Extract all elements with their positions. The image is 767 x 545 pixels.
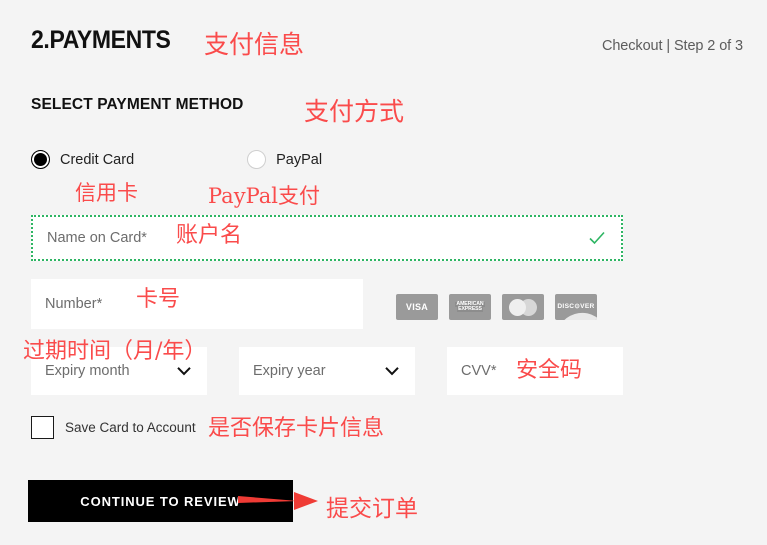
payment-page: 2.PAYMENTS Checkout | Step 2 of 3 SELECT…: [0, 0, 767, 545]
amex-logo-line2: EXPRESS: [457, 306, 483, 313]
discover-logo: DISC⊙VER: [555, 294, 597, 320]
radio-label-credit-card: Credit Card: [60, 151, 135, 168]
section-title: SELECT PAYMENT METHOD: [31, 96, 244, 113]
save-card-row[interactable]: Save Card to Account: [31, 416, 196, 439]
annotation-submit: 提交订单: [326, 496, 418, 522]
continue-to-review-button[interactable]: CONTINUE TO REVIEW: [28, 480, 293, 522]
cvv-label: CVV*: [461, 363, 497, 379]
check-icon: [589, 231, 605, 245]
save-card-label: Save Card to Account: [65, 420, 196, 435]
visa-logo: VISA: [396, 294, 438, 320]
expiry-year-label: Expiry year: [253, 363, 326, 379]
save-card-checkbox[interactable]: [31, 416, 54, 439]
expiry-month-select[interactable]: Expiry month: [31, 347, 207, 395]
name-on-card-input[interactable]: Name on Card*: [31, 215, 623, 261]
radio-icon-paypal[interactable]: [247, 150, 267, 169]
radio-icon-credit-card[interactable]: [31, 150, 50, 169]
annotation-payments: 支付信息: [204, 30, 305, 59]
page-title: 2.PAYMENTS: [31, 26, 171, 54]
amex-logo: AMERICAN EXPRESS: [449, 294, 491, 320]
visa-logo-text: VISA: [405, 302, 429, 312]
annotation-save-card: 是否保存卡片信息: [208, 416, 385, 441]
breadcrumb: Checkout | Step 2 of 3: [601, 38, 743, 54]
annotation-credit-card: 信用卡: [75, 181, 138, 205]
radio-option-credit-card[interactable]: Credit Card: [31, 150, 134, 169]
cvv-input[interactable]: CVV*: [447, 347, 623, 395]
card-number-label: Number*: [45, 296, 103, 312]
radio-label-paypal: PayPal: [276, 151, 323, 168]
mastercard-logo: [502, 294, 544, 320]
chevron-down-icon[interactable]: [177, 367, 191, 376]
discover-logo-text: DISC⊙VER: [557, 302, 595, 310]
name-on-card-label: Name on Card*: [47, 230, 147, 246]
payment-method-group: Credit Card PayPal: [31, 150, 322, 169]
annotation-paypal: PayPal支付: [208, 184, 320, 208]
discover-swoosh-icon: [555, 309, 597, 320]
annotation-payment-method: 支付方式: [304, 97, 405, 126]
card-number-input[interactable]: Number*: [31, 279, 363, 329]
expiry-year-select[interactable]: Expiry year: [239, 347, 415, 395]
expiry-month-label: Expiry month: [45, 363, 130, 379]
radio-option-paypal[interactable]: PayPal: [247, 150, 322, 169]
mastercard-circles-icon: [509, 298, 537, 316]
chevron-down-icon[interactable]: [385, 367, 399, 376]
accepted-card-brands: VISA AMERICAN EXPRESS DISC⊙VER: [396, 294, 597, 320]
